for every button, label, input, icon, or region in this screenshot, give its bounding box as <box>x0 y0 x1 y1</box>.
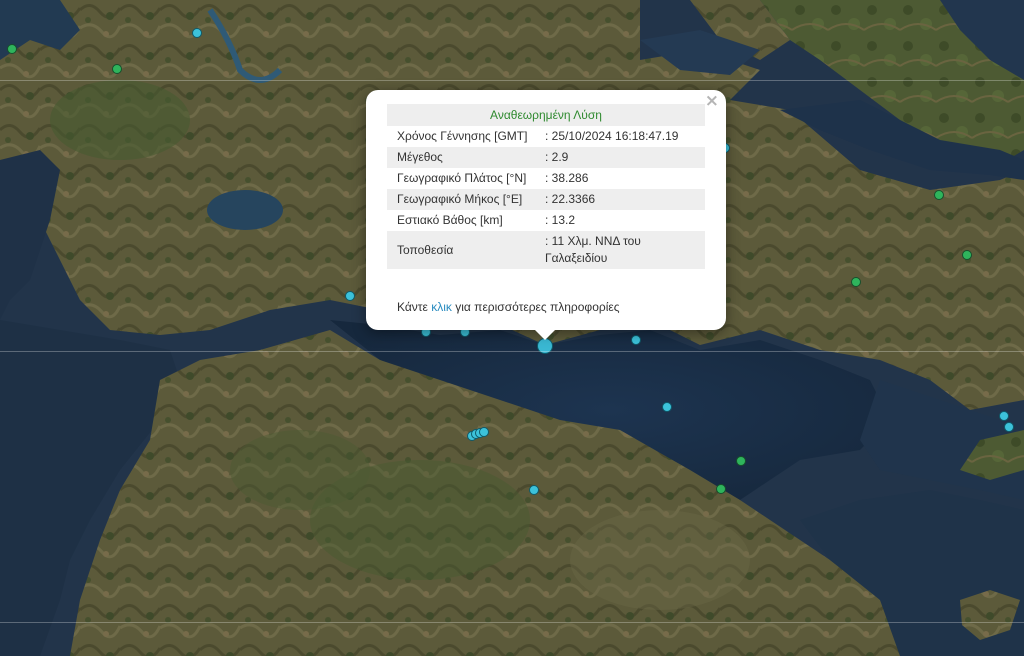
marker[interactable] <box>662 402 672 412</box>
marker[interactable] <box>631 335 641 345</box>
row-value: : 2.9 <box>542 147 705 168</box>
row-value: : 13.2 <box>545 213 576 227</box>
footer-text-after: για περισσότερες πληροφορίες <box>451 300 620 314</box>
lake-west <box>207 190 283 230</box>
marker[interactable] <box>345 291 355 301</box>
marker[interactable] <box>529 485 539 495</box>
grid-line <box>0 80 1024 81</box>
table-row: Χρόνος Γέννησης [GMT] : 25/10/2024 16:18… <box>387 126 705 147</box>
row-value: : 11 Χλμ. ΝΝΔ του Γαλαξειδίου <box>542 231 705 269</box>
marker[interactable] <box>192 28 202 38</box>
table-row: Εστιακό Βάθος [km] : 13.2 <box>387 210 705 231</box>
row-label: Τοποθεσία <box>387 231 542 269</box>
marker[interactable] <box>1004 422 1014 432</box>
row-value: : 38.286 <box>545 171 589 185</box>
marker[interactable] <box>934 190 944 200</box>
marker[interactable] <box>479 427 489 437</box>
marker[interactable] <box>962 250 972 260</box>
more-info-link[interactable]: κλικ <box>431 300 452 314</box>
popup-footer: Κάντε κλικ για περισσότερες πληροφορίες <box>397 300 620 314</box>
grid-line <box>0 622 1024 623</box>
row-value: : 25/10/2024 16:18:47.19 <box>545 129 679 143</box>
popup-tip <box>534 329 556 340</box>
table-row: Τοποθεσία : 11 Χλμ. ΝΝΔ του Γαλαξειδίου <box>387 231 705 269</box>
grid-line <box>0 351 1024 352</box>
close-icon[interactable]: × <box>705 92 719 110</box>
footer-text-before: Κάντε <box>397 300 432 314</box>
row-label: Μέγεθος <box>387 147 542 168</box>
marker[interactable] <box>736 456 746 466</box>
table-row: Γεωγραφικό Μήκος [°E] : 22.3366 <box>387 189 705 210</box>
row-label: Γεωγραφικό Πλάτος [°N] <box>397 171 527 185</box>
marker[interactable] <box>999 411 1009 421</box>
row-label: Γεωγραφικό Μήκος [°E] <box>387 189 542 210</box>
row-label: Εστιακό Βάθος [km] <box>397 213 503 227</box>
table-row: Μέγεθος : 2.9 <box>387 147 705 168</box>
table-row: Γεωγραφικό Πλάτος [°N] : 38.286 <box>387 168 705 189</box>
popup-title: Αναθεωρημένη Λύση <box>387 104 705 126</box>
earthquake-details-table: Αναθεωρημένη Λύση Χρόνος Γέννησης [GMT] … <box>387 104 705 269</box>
marker[interactable] <box>851 277 861 287</box>
earthquake-popup: × Αναθεωρημένη Λύση Χρόνος Γέννησης [GMT… <box>366 90 726 340</box>
marker[interactable] <box>716 484 726 494</box>
marker[interactable] <box>112 64 122 74</box>
row-value: : 22.3366 <box>542 189 705 210</box>
marker[interactable] <box>7 44 17 54</box>
row-label: Χρόνος Γέννησης [GMT] <box>397 129 528 143</box>
